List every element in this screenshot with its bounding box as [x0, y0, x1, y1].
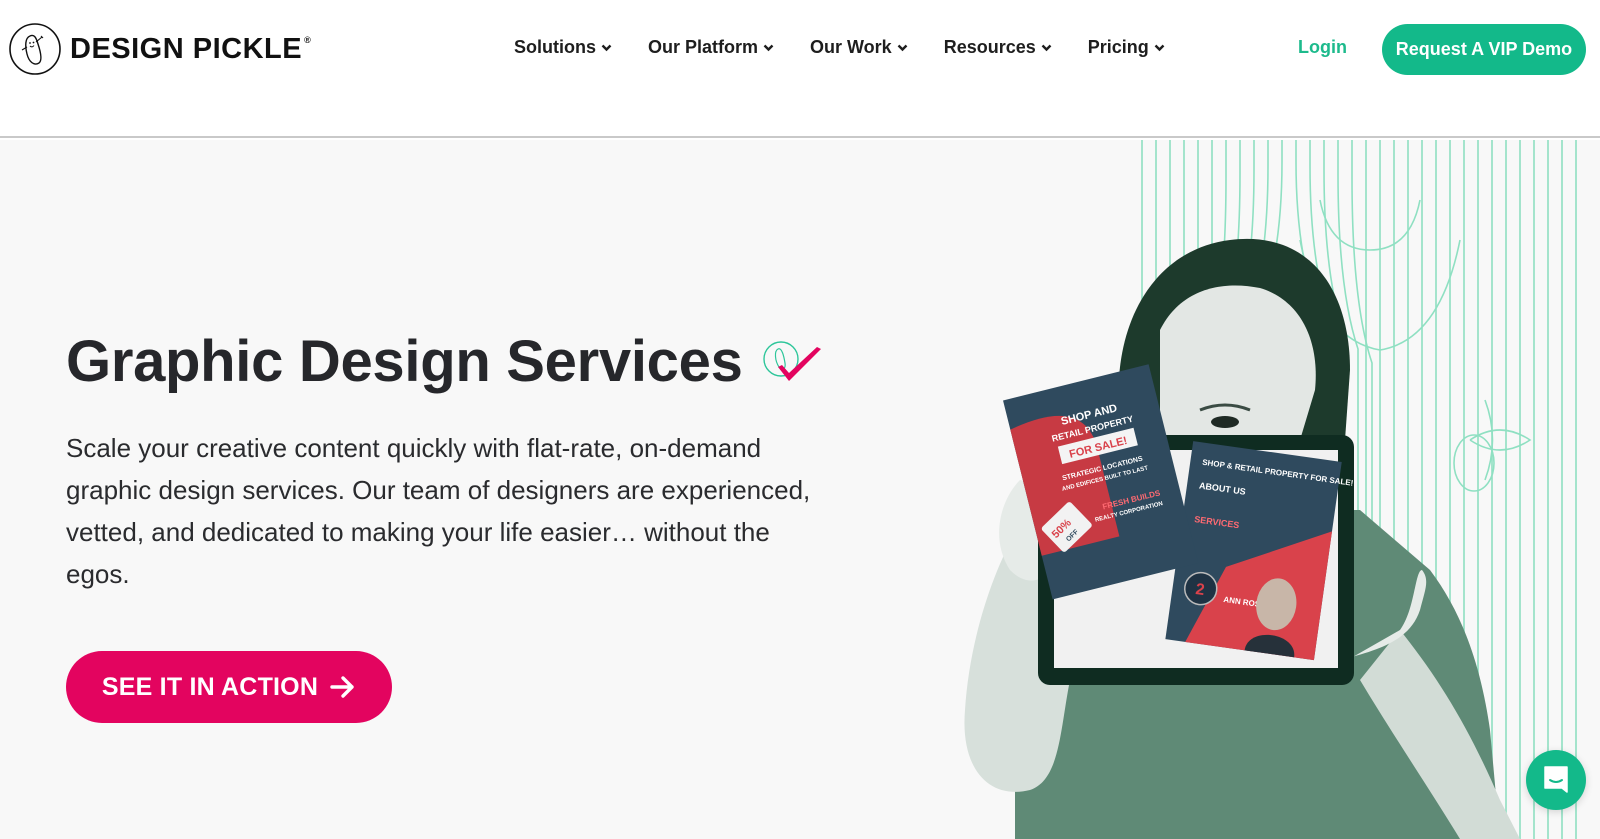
nav-label: Our Work: [810, 37, 892, 57]
site-header: DESIGN PICKLE ® Solutions Our Platform Ou…: [0, 0, 1600, 138]
cta-label: SEE IT IN ACTION: [101, 672, 319, 701]
nav-label: Solutions: [514, 37, 596, 57]
hero-heading: Graphic Design Services: [66, 328, 823, 395]
page-title: Graphic Design Services: [66, 329, 743, 394]
nav-label: Our Platform: [648, 37, 759, 57]
pickle-logo-icon: [9, 23, 61, 75]
logo[interactable]: DESIGN PICKLE ®: [8, 22, 311, 76]
chat-icon: [1544, 766, 1568, 793]
arrow-right-icon: [330, 676, 354, 698]
hero-image: SHOP & RETAIL PROPERTY FOR SALE! ABOUT U…: [964, 238, 1520, 839]
nav-item-pricing[interactable]: Pricing: [1088, 37, 1165, 58]
chevron-down-icon: [763, 44, 774, 51]
nav-item-our-work[interactable]: Our Work: [810, 37, 908, 58]
person-face: [1160, 285, 1316, 440]
chevron-down-icon: [601, 44, 612, 51]
nav-label: Resources: [943, 37, 1036, 57]
nav-label: Pricing: [1087, 37, 1149, 57]
main-nav: Solutions Our Platform Our Work Resource…: [514, 37, 1201, 58]
hero-subtitle: Scale your creative content quickly with…: [66, 433, 811, 589]
hero-section: SHOP & RETAIL PROPERTY FOR SALE! ABOUT U…: [0, 140, 1600, 839]
chevron-down-icon: [1041, 44, 1052, 51]
chat-launcher-button[interactable]: [1526, 750, 1586, 810]
nav-item-resources[interactable]: Resources: [944, 37, 1052, 58]
logo-text: DESIGN PICKLE ®: [70, 32, 312, 65]
login-link[interactable]: Login: [1298, 37, 1347, 58]
nav-item-our-platform[interactable]: Our Platform: [648, 37, 774, 58]
chevron-down-icon: [1154, 44, 1165, 51]
request-demo-button[interactable]: Request A VIP Demo: [1382, 24, 1586, 75]
chevron-down-icon: [897, 44, 908, 51]
see-it-in-action-button[interactable]: SEE IT IN ACTION: [66, 651, 392, 723]
pickle-check-icon: [762, 340, 821, 381]
nav-item-solutions[interactable]: Solutions: [514, 37, 612, 58]
